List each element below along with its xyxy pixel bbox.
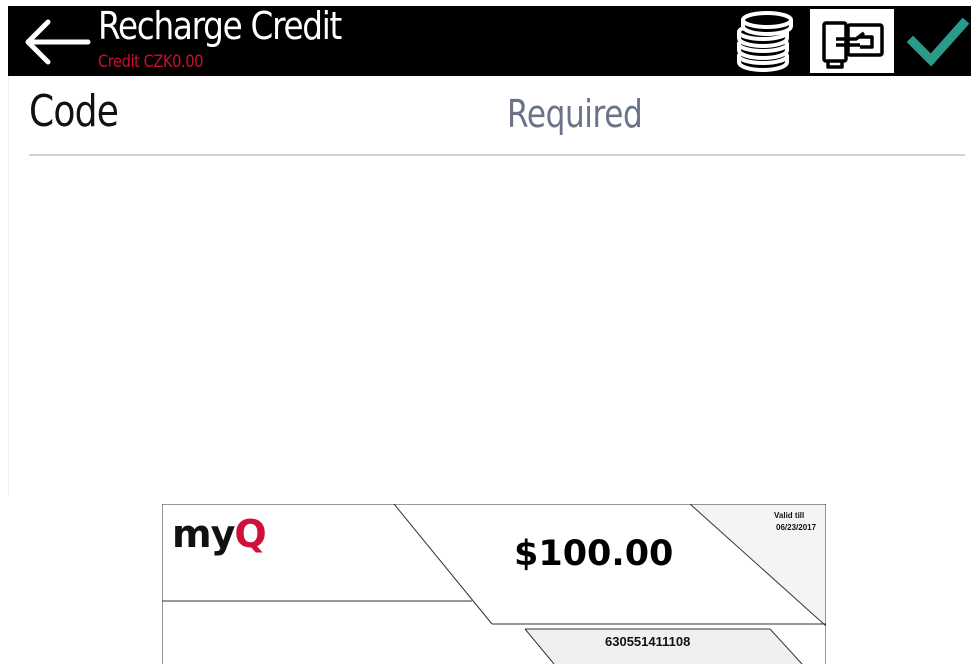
myq-logo: myQ <box>172 512 267 556</box>
credit-balance: Credit CZK0.00 <box>98 52 203 72</box>
valid-till-date: 06/23/2017 <box>776 523 817 532</box>
card-voucher-icon <box>822 21 884 69</box>
voucher-code: 630551411108 <box>605 634 691 649</box>
code-field[interactable]: Code Required <box>29 76 965 156</box>
voucher-amount: $100.00 <box>514 534 674 574</box>
back-button[interactable] <box>18 14 94 70</box>
checkmark-icon <box>906 17 970 67</box>
voucher-button[interactable] <box>810 9 894 73</box>
confirm-button[interactable] <box>905 10 971 72</box>
app-header: Recharge Credit Credit CZK0.00 <box>8 4 971 76</box>
form-area: Code Required <box>8 76 971 496</box>
valid-till-label: Valid till <box>774 511 805 520</box>
code-label: Code <box>29 86 119 137</box>
voucher-image: myQ $100.00 Valid till 06/23/2017 630551… <box>162 504 826 664</box>
brand-accent: Q <box>234 512 266 556</box>
page-title: Recharge Credit <box>98 4 342 48</box>
coins-button[interactable] <box>733 10 797 73</box>
coins-stack-icon <box>737 11 793 73</box>
brand-prefix: my <box>172 512 235 556</box>
arrow-left-icon <box>25 19 91 65</box>
code-input-placeholder[interactable]: Required <box>507 92 643 136</box>
